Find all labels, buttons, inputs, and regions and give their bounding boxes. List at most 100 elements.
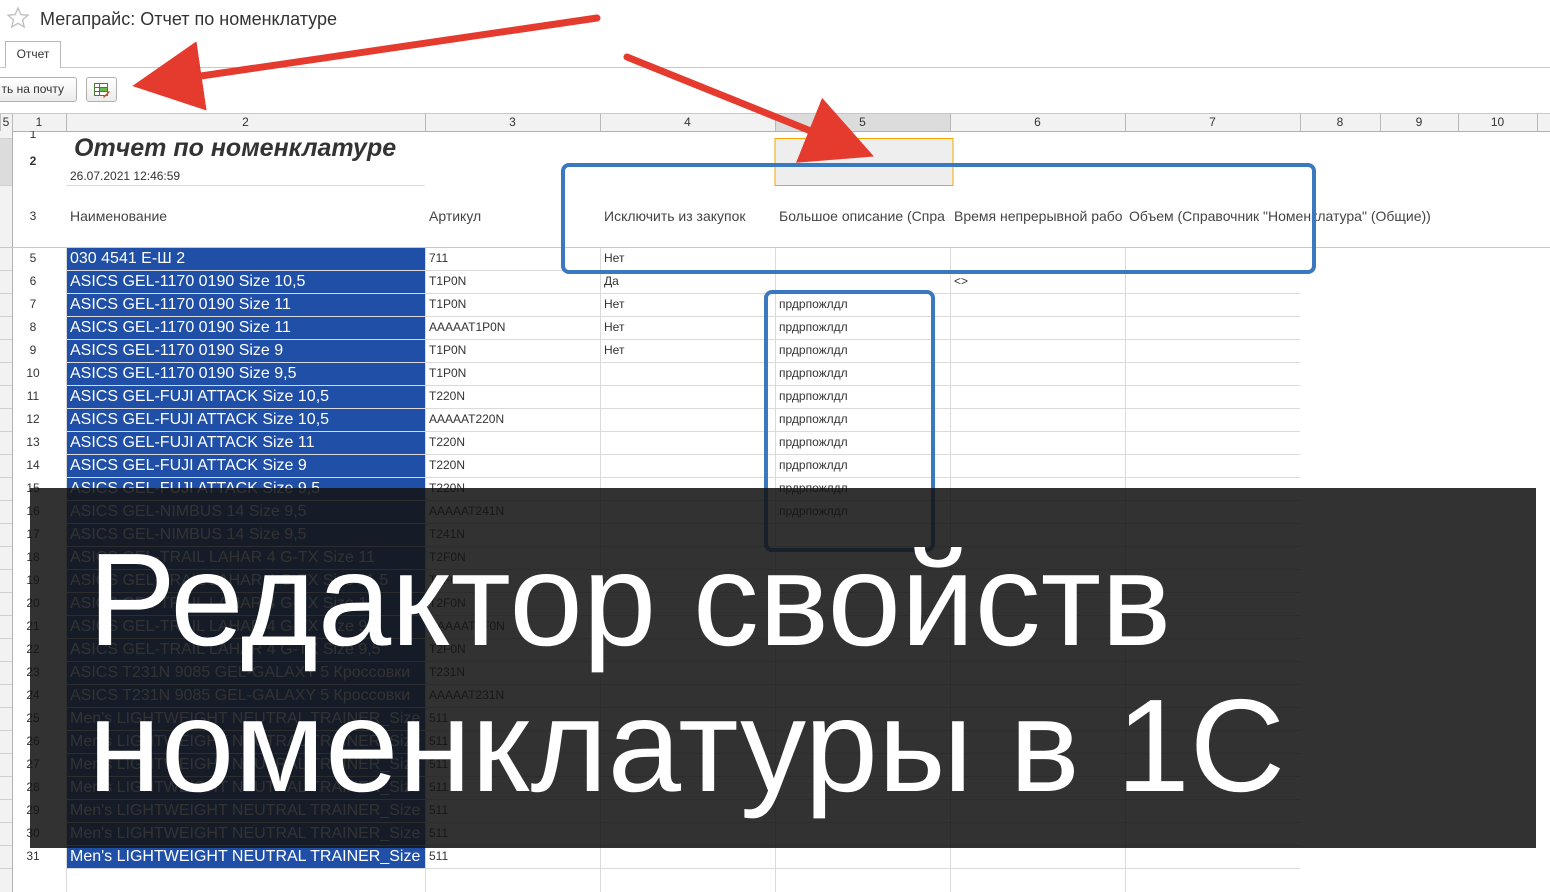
cell-runtime: [950, 293, 1125, 316]
column-header-label: Объем (Справочник "Номенклатура" (Общие)…: [1129, 208, 1431, 224]
cell-name: Men's LIGHTWEIGHT NEUTRAL TRAINER_Size: [70, 848, 421, 865]
tab-strip: Отчет: [0, 40, 1550, 68]
row-number: 7: [29, 297, 37, 311]
cell-name: ASICS GEL-FUJI ATTACK Size 11: [70, 434, 315, 451]
cell-name: 030 4541 Е-Ш 2: [70, 250, 186, 267]
cell-exclude: Нет: [604, 320, 625, 334]
cell-runtime: [950, 247, 1125, 270]
cell-article: T220N: [429, 435, 466, 449]
column-number-5: 5: [859, 115, 866, 129]
title-overlay-banner: Редактор свойств номенклатуры в 1С: [30, 488, 1536, 848]
cell-exclude: Да: [604, 274, 619, 288]
cell-runtime: [950, 454, 1125, 477]
cell-article: 711: [429, 251, 449, 265]
cell-article: T1P0N: [429, 366, 467, 380]
column-header-label: Большое описание (Спра: [779, 208, 945, 224]
grid-corner: 5: [2, 115, 10, 129]
column-number-3: 3: [509, 115, 516, 129]
cell-exclude: [600, 845, 775, 868]
cell-exclude: [600, 385, 775, 408]
column-number-10: 10: [1490, 115, 1505, 129]
selected-cell: [774, 138, 954, 186]
overlay-title-line-2: номенклатуры в 1С: [88, 672, 1286, 819]
row-number: 14: [26, 458, 40, 472]
column-number-8: 8: [1336, 115, 1344, 129]
cell-description: [775, 845, 950, 868]
overlay-title-line-1: Редактор свойств: [88, 526, 1172, 673]
row-number-selected: [0, 138, 12, 185]
cell-description: [775, 247, 950, 270]
cell-runtime: [950, 385, 1125, 408]
window-title: Мегапрайс: Отчет по номенклатуре: [40, 9, 337, 29]
column-header-label: Исключить из закупок: [604, 208, 746, 224]
column-number-7: 7: [1209, 115, 1216, 129]
report-datetime: 26.07.2021 12:46:59: [70, 169, 181, 183]
cell-exclude: Нет: [604, 297, 625, 311]
column-header-label: Наименование: [70, 208, 168, 224]
row-number: 31: [26, 849, 40, 863]
column-number-2: 2: [242, 115, 249, 129]
cell-description: прдрпожлдл: [779, 366, 848, 380]
column-header-label: Время непрерывной рабо: [954, 208, 1123, 224]
cell-description: прдрпожлдл: [779, 389, 848, 403]
cell-description: прдрпожлдл: [779, 458, 848, 472]
cell-description: прдрпожлдл: [779, 320, 848, 334]
send-to-email-button[interactable]: ть на почту: [0, 77, 77, 102]
cell-article: AAAAAT220N: [429, 412, 505, 426]
column-header-label: Артикул: [429, 208, 482, 224]
row-number: 13: [26, 435, 40, 449]
row-number: 5: [29, 251, 37, 265]
cell-runtime: <>: [954, 274, 969, 288]
cell-article: T220N: [429, 389, 466, 403]
cell-name: ASICS GEL-1170 0190 Size 11: [70, 296, 291, 313]
title-bar: Мегапрайс: Отчет по номенклатуре: [0, 0, 1550, 40]
cell-article: AAAAAT1P0N: [429, 320, 506, 334]
cell-exclude: Нет: [604, 251, 625, 265]
cell-exclude: [600, 408, 775, 431]
row-number: 2: [29, 154, 37, 168]
row-number-column: [0, 131, 12, 892]
row-number: 11: [26, 389, 40, 403]
cell-article: T1P0N: [429, 343, 467, 357]
row-number: 10: [26, 366, 40, 380]
cell-article: 511: [429, 849, 449, 863]
row-number: 6: [29, 274, 37, 288]
row-number: 8: [29, 320, 37, 334]
column-number-6: 6: [1034, 115, 1041, 129]
cell-runtime: [950, 431, 1125, 454]
favorite-star-icon[interactable]: [6, 6, 30, 30]
cell-name: ASICS GEL-FUJI ATTACK Size 10,5: [70, 388, 330, 405]
tab-report[interactable]: Отчет: [5, 41, 61, 68]
cell-description: прдрпожлдл: [779, 343, 848, 357]
row-number: 3: [29, 209, 37, 223]
cell-runtime: [950, 845, 1125, 868]
cell-description: прдрпожлдл: [779, 412, 848, 426]
toolbar: ть на почту: [0, 68, 1550, 114]
cell-runtime: [950, 362, 1125, 385]
row-number: 1: [29, 131, 37, 138]
cell-name: ASICS GEL-FUJI ATTACK Size 9: [70, 457, 307, 474]
column-number-1: 1: [35, 115, 43, 129]
spreadsheet-edit-icon: [94, 83, 110, 98]
cell-article: T1P0N: [429, 274, 467, 288]
cell-exclude: Нет: [604, 343, 625, 357]
cell-description: прдрпожлдл: [779, 435, 848, 449]
report-title: Отчет по номенклатуре: [74, 134, 397, 162]
cell-name: ASICS GEL-1170 0190 Size 10,5: [70, 273, 306, 290]
cell-description: прдрпожлдл: [779, 297, 848, 311]
cell-description: [775, 270, 950, 293]
column-number-4: 4: [684, 115, 691, 129]
cell-article: T1P0N: [429, 297, 467, 311]
column-number-9: 9: [1415, 115, 1423, 129]
cell-name: ASICS GEL-1170 0190 Size 9: [70, 342, 284, 359]
cell-name: ASICS GEL-1170 0190 Size 9,5: [70, 365, 297, 382]
cell-name: ASICS GEL-1170 0190 Size 11: [70, 319, 291, 336]
cell-runtime: [950, 408, 1125, 431]
properties-editor-button[interactable]: [86, 77, 117, 102]
cell-name: ASICS GEL-FUJI ATTACK Size 10,5: [70, 411, 330, 428]
cell-runtime: [950, 339, 1125, 362]
row-number: 12: [26, 412, 40, 426]
row-number: 9: [29, 343, 37, 357]
cell-exclude: [600, 454, 775, 477]
cell-exclude: [600, 362, 775, 385]
